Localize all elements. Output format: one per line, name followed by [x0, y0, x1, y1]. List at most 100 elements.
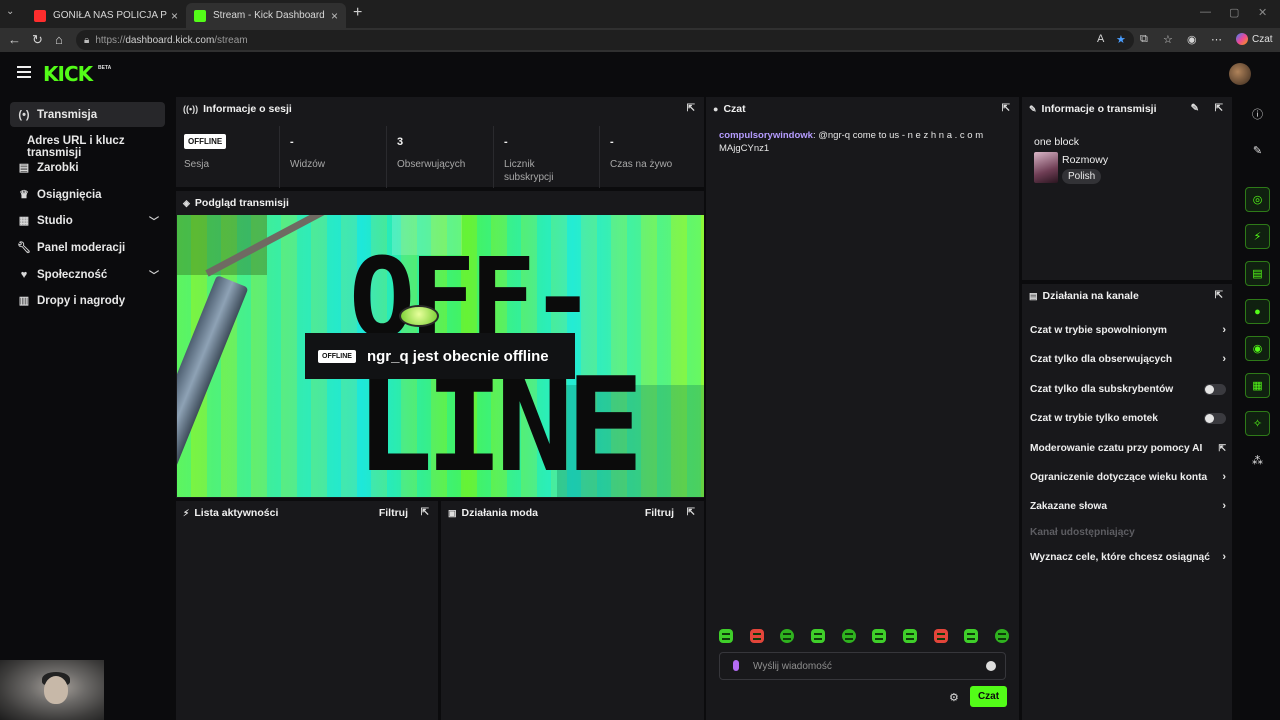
filter-button[interactable]: Filtruj — [645, 507, 674, 519]
microphone-icon[interactable] — [733, 660, 739, 671]
close-tab-icon[interactable]: × — [171, 9, 178, 23]
sidebar-item-transmisja[interactable]: (•) Transmisja — [10, 102, 165, 127]
chat-username[interactable]: compulsorywindowk — [719, 130, 813, 141]
session-info-panel: ((•)) Informacje o sesji ⇱ OFFLINE Sesja… — [176, 97, 704, 188]
emote-icon[interactable] — [719, 629, 733, 643]
wrench-icon[interactable]: ✧ — [1245, 411, 1270, 436]
edit-pencil-icon[interactable]: ✎ — [1245, 138, 1270, 163]
bolt-icon[interactable]: ⚡︎ — [1245, 224, 1270, 249]
user-avatar[interactable] — [1229, 63, 1251, 85]
reload-icon[interactable]: ↻ — [32, 32, 43, 48]
info-icon[interactable]: ⓘ — [1245, 101, 1270, 126]
channel-actions-panel: ▤ Działania na kanale ⇱ Czat w trybie sp… — [1022, 284, 1232, 720]
browser-tab-youtube[interactable]: GONIŁA NAS POLICJA PO CAŁEJ W × — [26, 3, 186, 28]
new-tab-plus-icon[interactable]: + — [353, 4, 362, 22]
home-icon[interactable]: ⌂ — [55, 32, 63, 47]
sidebar-item-osiagniecia[interactable]: ♛ Osiągnięcia — [10, 182, 165, 207]
favorite-star-icon[interactable]: ★ — [1116, 33, 1126, 46]
copilot-icon — [1236, 33, 1248, 45]
chat-send-button[interactable]: Czat — [970, 686, 1007, 707]
action-followers-only[interactable]: Czat tylko dla obserwujących › — [1030, 349, 1226, 369]
sidebar-item-panel-moderacji[interactable]: 🔧︎ Panel moderacji — [10, 235, 165, 260]
action-banned-words[interactable]: Zakazane słowa › — [1030, 496, 1226, 516]
emote-icon[interactable] — [933, 629, 948, 643]
tab-list-chevron-icon[interactable]: ⌄ — [6, 6, 14, 17]
panel-title: Działania na kanale — [1042, 290, 1139, 302]
emote-icon[interactable] — [964, 629, 979, 643]
camera-focus-icon[interactable]: ◎ — [1245, 187, 1270, 212]
browser-tab-kick[interactable]: Stream - Kick Dashboard × — [186, 3, 346, 28]
minimize-icon[interactable]: — — [1200, 6, 1211, 18]
read-aloud-icon[interactable]: A — [1097, 33, 1104, 45]
kick-logo[interactable]: KICK — [43, 62, 93, 86]
popout-icon[interactable]: ⇱ — [421, 507, 429, 518]
browser-address-bar: ← ↻ ⌂ 🔒︎ https://dashboard.kick.com/stre… — [0, 28, 1280, 52]
url-scheme: https:// — [95, 34, 126, 46]
chevron-down-icon[interactable]: ﹀ — [149, 267, 159, 282]
extensions-icon[interactable]: ⧉ — [1140, 33, 1148, 46]
chat-settings-gear-icon[interactable]: ⚙ — [949, 691, 959, 704]
action-slow-mode[interactable]: Czat w trybie spowolnionym › — [1030, 320, 1226, 340]
stream-title: one block — [1034, 136, 1079, 148]
layout-icon[interactable]: ▦ — [1245, 373, 1270, 398]
chat-bubble-icon[interactable]: ● — [1245, 299, 1270, 324]
url-input[interactable]: 🔒︎ https://dashboard.kick.com/stream — [76, 30, 1134, 50]
sidebar-item-dropy[interactable]: ▥ Dropy i nagrody — [10, 288, 165, 313]
action-account-age[interactable]: Ograniczenie dotyczące wieku konta › — [1030, 467, 1226, 487]
external-link-icon: ⇱ — [1218, 442, 1226, 453]
action-ai-moderation[interactable]: Moderowanie czatu przy pomocy AI ⇱ — [1030, 438, 1226, 458]
edit-pencil-icon[interactable]: ✎ — [1191, 103, 1199, 114]
chat-message-input[interactable]: Wyślij wiadomość — [719, 652, 1006, 680]
filter-button[interactable]: Filtruj — [379, 507, 408, 519]
subscribers-only-toggle[interactable] — [1204, 384, 1226, 395]
emote-icon[interactable] — [841, 629, 856, 643]
favorites-icon[interactable]: ☆ — [1163, 33, 1173, 46]
bolt-icon: ⚡︎ — [183, 507, 190, 518]
webcam-overlay-image — [0, 660, 104, 720]
stat-value: - — [504, 136, 508, 148]
action-sharing-channel: Kanał udostępniający — [1030, 522, 1226, 542]
webcam-person-head — [44, 676, 68, 704]
chevron-down-icon[interactable]: ﹀ — [149, 213, 159, 228]
sidebar-item-studio[interactable]: ▦ Studio ﹀ — [10, 208, 165, 233]
hamburger-menu-icon[interactable] — [17, 66, 31, 81]
emote-icon[interactable] — [994, 629, 1009, 643]
sidebar-item-spolecznosc[interactable]: ♥ Społeczność ﹀ — [10, 262, 165, 287]
popout-icon[interactable]: ⇱ — [1002, 103, 1010, 114]
profile-icon[interactable]: ◉ — [1187, 33, 1197, 46]
stat-viewers: - Widzów — [280, 122, 387, 188]
copilot-chat-button[interactable]: Czat — [1236, 33, 1273, 45]
stat-session: OFFLINE Sesja — [176, 122, 280, 188]
emote-icon[interactable] — [780, 629, 795, 643]
broadcast-icon[interactable]: ◉ — [1245, 336, 1270, 361]
stream-category: Rozmowy — [1062, 154, 1109, 166]
action-label: Kanał udostępniający — [1030, 526, 1135, 538]
document-icon[interactable]: ▤ — [1245, 261, 1270, 286]
emote-icon[interactable] — [902, 629, 917, 643]
community-icon[interactable]: ⁂ — [1245, 448, 1270, 473]
gift-icon: ▥ — [18, 295, 30, 307]
popout-icon[interactable]: ⇱ — [1215, 290, 1223, 301]
popout-icon[interactable]: ⇱ — [687, 507, 695, 518]
panel-title: Informacje o transmisji — [1041, 103, 1157, 115]
emote-only-toggle[interactable] — [1204, 413, 1226, 424]
stream-preview-panel: ◈ Podgląd transmisji OFF- LINE OFFLINE n… — [176, 191, 704, 498]
popout-icon[interactable]: ⇱ — [687, 103, 695, 114]
category-thumbnail — [1034, 152, 1058, 183]
action-set-goals[interactable]: Wyznacz cele, które chcesz osiągnąć › — [1030, 547, 1226, 567]
emoji-icon[interactable] — [986, 661, 996, 671]
sidebar-item-zarobki[interactable]: ▤ Zarobki — [10, 155, 165, 180]
close-window-icon[interactable]: ✕ — [1258, 6, 1267, 19]
more-menu-icon[interactable]: ⋯ — [1211, 33, 1222, 46]
emote-icon[interactable] — [872, 629, 887, 643]
popout-icon[interactable]: ⇱ — [1215, 103, 1223, 114]
emote-icon[interactable] — [749, 629, 764, 643]
chevron-right-icon: › — [1222, 500, 1226, 512]
close-tab-icon[interactable]: × — [331, 9, 338, 23]
action-label: Zakazane słowa — [1030, 500, 1108, 512]
maximize-icon[interactable]: ▢ — [1229, 6, 1239, 19]
back-arrow-icon[interactable]: ← — [8, 32, 21, 47]
emote-icon[interactable] — [810, 629, 825, 643]
url-host: dashboard.kick.com — [125, 34, 215, 46]
tab-title: Stream - Kick Dashboard — [213, 10, 325, 21]
